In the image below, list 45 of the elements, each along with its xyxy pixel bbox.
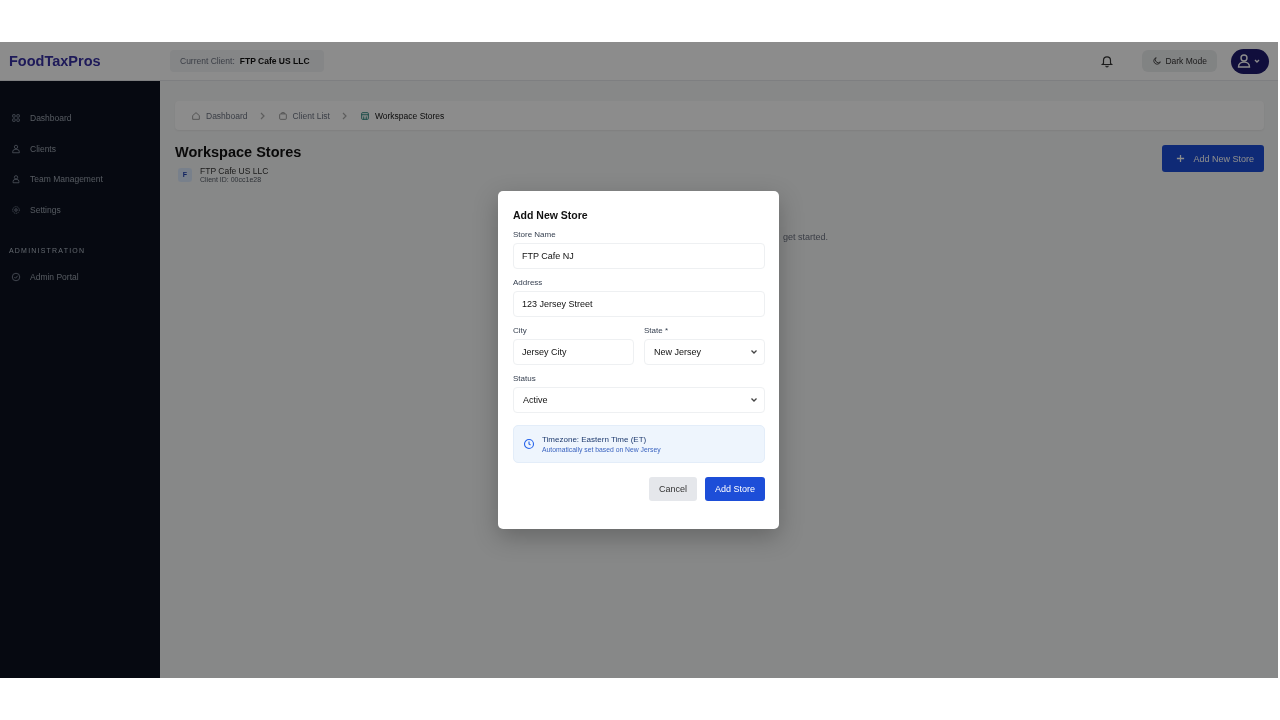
dropdown[interactable]: Active	[513, 387, 765, 413]
sidebar-item[interactable]: Admin Portal	[0, 262, 160, 293]
add-store-button[interactable]: Add Store	[704, 477, 765, 501]
field-label: State *	[644, 326, 669, 335]
moon-icon	[1152, 56, 1163, 66]
plus-icon	[1176, 154, 1186, 163]
grid-icon	[11, 113, 21, 124]
breadcrumb-link[interactable]: Dashboard	[191, 110, 248, 121]
logo[interactable]: FoodTaxPros	[9, 53, 170, 69]
settings-icon	[11, 204, 21, 215]
store-icon	[359, 110, 370, 121]
page-title: Workspace Stores	[175, 144, 302, 160]
dialog-title: Add New Store	[513, 209, 589, 221]
client-name: FTP Cafe US LLC	[200, 166, 269, 176]
chevron-down-icon	[750, 349, 758, 355]
current-client-name: FTP Cafe US LLC	[239, 56, 310, 66]
check-circle-icon	[11, 272, 21, 283]
people-icon	[11, 174, 21, 185]
dark-mode-button[interactable]: Dark Mode	[1142, 50, 1217, 72]
breadcrumb-link[interactable]: Client List	[277, 110, 330, 121]
field-label: Store Name	[513, 230, 557, 239]
cancel-button[interactable]: Cancel	[648, 477, 697, 501]
empty-state-text: get started.	[783, 232, 830, 242]
sidebar-item[interactable]: Settings	[0, 194, 160, 225]
notification-bell-icon[interactable]	[1100, 54, 1115, 68]
field-label: Status	[513, 374, 537, 383]
home-icon	[191, 110, 201, 121]
sidebar-item[interactable]: Dashboard	[0, 103, 160, 134]
sidebar-item[interactable]: Clients	[0, 133, 160, 164]
add-new-store-button[interactable]: Add New Store	[1162, 145, 1264, 172]
user-menu-button[interactable]	[1231, 48, 1269, 74]
chevron-down-icon	[750, 397, 758, 403]
input-field[interactable]: 123 Jersey Street	[513, 291, 765, 317]
field-label: Address	[513, 278, 544, 287]
current-client-label: Current Client:	[180, 56, 235, 66]
notice-title: Timezone: Eastern Time (ET)	[542, 435, 648, 444]
field-label: City	[513, 326, 528, 335]
input-field[interactable]: Jersey City	[513, 339, 634, 365]
sidebar-item[interactable]: Team Management	[0, 164, 160, 195]
dropdown[interactable]: New Jersey	[644, 339, 765, 365]
clock-icon	[523, 438, 535, 450]
person-icon	[11, 143, 21, 154]
briefcase-icon	[277, 110, 288, 121]
input-field[interactable]: FTP Cafe NJ	[513, 243, 765, 269]
breadcrumb-link[interactable]: Workspace Stores	[359, 110, 445, 121]
